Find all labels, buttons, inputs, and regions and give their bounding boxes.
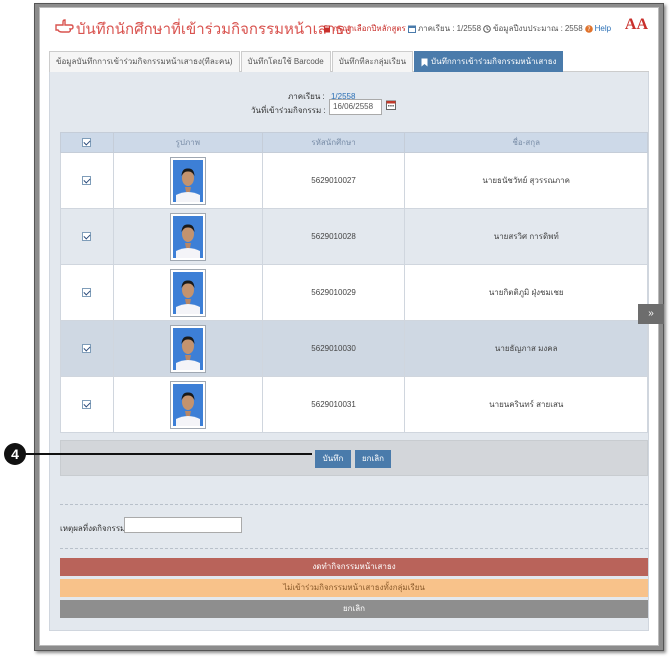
- scroll-to-top-button[interactable]: »: [638, 304, 664, 324]
- clock-icon: [483, 24, 491, 33]
- student-photo-image: [172, 271, 203, 314]
- row-checkbox[interactable]: [82, 232, 92, 242]
- divider: [60, 504, 648, 505]
- cancel-button[interactable]: ยกเลิก: [355, 450, 391, 468]
- divider: [60, 548, 648, 549]
- budget-value: 2558: [564, 24, 583, 33]
- photo-cell: [112, 264, 263, 321]
- page-header: บันทึกนักศึกษาที่เข้าร่วมกิจกรรมหน้าเสาธ…: [40, 8, 658, 48]
- header-info: กรุณาเลือกปีหลักสูตร ภาคเรียน : 1/2558 ข…: [323, 22, 611, 35]
- select-all-cell: [60, 132, 114, 153]
- student-photo-image: [172, 159, 203, 202]
- student-photo-image: [172, 327, 203, 370]
- row-checkbox[interactable]: [82, 400, 92, 410]
- main-panel: ภาคเรียน : 1/2558 วันที่เข้าร่วมกิจกรรม …: [49, 72, 649, 631]
- student-name-cell: นายธนัชวัทย์ สุวรรณภาค: [404, 152, 648, 209]
- calendar-icon: [407, 25, 416, 33]
- row-select-cell: [60, 152, 114, 209]
- photo-cell: [112, 376, 263, 433]
- pointing-hand-icon: [55, 19, 74, 33]
- bookmark-icon: [421, 58, 428, 66]
- row-select-cell: [60, 264, 114, 321]
- student-name-cell: นายสรวิศ การดิพท์: [404, 208, 648, 265]
- tab-single-record[interactable]: ข้อมูลบันทึกการเข้าร่วมกิจกรรมหน้าเสาธง(…: [49, 51, 240, 72]
- save-button[interactable]: บันทึก: [315, 450, 351, 468]
- student-id-cell: 5629010028: [261, 208, 406, 265]
- student-name-cell: นายนครินทร์ สายเสน: [404, 376, 648, 433]
- font-size-toggle[interactable]: AA: [625, 16, 648, 34]
- calendar-picker-icon[interactable]: [386, 100, 396, 110]
- table-row[interactable]: 5629010027 นายธนัชวัทย์ สุวรรณภาค: [60, 152, 648, 209]
- tab-bar: ข้อมูลบันทึกการเข้าร่วมกิจกรรมหน้าเสาธง(…: [49, 51, 649, 72]
- budget-label: ข้อมูลปีงบประมาณ :: [493, 24, 563, 33]
- student-photo: [169, 156, 206, 205]
- date-input[interactable]: 16/06/2558: [329, 99, 382, 115]
- semester-value: 1/2558: [456, 24, 482, 33]
- student-id-cell: 5629010027: [261, 152, 406, 209]
- student-photo: [169, 324, 206, 373]
- student-photo: [169, 212, 206, 261]
- curriculum-link[interactable]: กรุณาเลือกปีหลักสูตร: [333, 22, 406, 35]
- date-label: วันที่เข้าร่วมกิจกรรม :: [251, 106, 326, 115]
- form-semester-label: ภาคเรียน :: [288, 92, 325, 101]
- page-content: บันทึกนักศึกษาที่เข้าร่วมกิจกรรมหน้าเสาธ…: [39, 7, 659, 646]
- column-header-name: ชื่อ-สกุล: [404, 132, 648, 153]
- column-header-photo: รูปภาพ: [112, 132, 263, 153]
- page-title: บันทึกนักศึกษาที่เข้าร่วมกิจกรรมหน้าเสาธ…: [76, 21, 352, 38]
- tab-by-group[interactable]: บันทึกทีละกลุ่มเรียน: [331, 51, 414, 72]
- help-link[interactable]: Help: [595, 24, 611, 33]
- row-select-cell: [60, 208, 114, 265]
- row-select-cell: [60, 376, 114, 433]
- student-photo: [169, 268, 206, 317]
- reason-label: เหตุผลที่งดกิจกรรม: [60, 524, 126, 533]
- photo-cell: [112, 320, 263, 377]
- row-checkbox[interactable]: [82, 344, 92, 354]
- student-photo-image: [172, 215, 203, 258]
- suspend-activity-button[interactable]: งดทำกิจกรรมหน้าเสาธง: [60, 558, 648, 576]
- book-icon: [324, 25, 330, 32]
- student-name-cell: นายกิตติภูมิ ฝุ่งชมเชย: [404, 264, 648, 321]
- help-icon: ?: [584, 24, 593, 33]
- student-photo: [169, 380, 206, 429]
- photo-cell: [112, 152, 263, 209]
- row-select-cell: [60, 320, 114, 377]
- tab-barcode[interactable]: บันทึกโดยใช้ Barcode: [240, 51, 331, 72]
- student-id-cell: 5629010031: [261, 376, 406, 433]
- table-row[interactable]: 5629010028 นายสรวิศ การดิพท์: [60, 208, 648, 265]
- table-row[interactable]: 5629010031 นายนครินทร์ สายเสน: [60, 376, 648, 433]
- semester-label: ภาคเรียน :: [417, 24, 455, 33]
- row-checkbox[interactable]: [82, 176, 92, 186]
- double-chevron-up-icon: »: [648, 308, 654, 319]
- student-id-cell: 5629010030: [261, 320, 406, 377]
- callout-line: [22, 453, 312, 455]
- column-header-student-id: รหัสนักศึกษา: [261, 132, 406, 153]
- reason-input[interactable]: [124, 517, 242, 533]
- cancel-action-button[interactable]: ยกเลิก: [60, 600, 648, 618]
- app-window: บันทึกนักศึกษาที่เข้าร่วมกิจกรรมหน้าเสาธ…: [34, 3, 664, 651]
- select-all-checkbox[interactable]: [82, 138, 92, 148]
- photo-cell: [112, 208, 263, 265]
- tab-flag-activity[interactable]: บันทึกการเข้าร่วมกิจกรรมหน้าเสาธง: [414, 51, 564, 72]
- absent-whole-group-button[interactable]: ไม่เข้าร่วมกิจกรรมหน้าเสาธงทั้งกลุ่มเรีย…: [60, 579, 648, 597]
- student-table: รูปภาพ รหัสนักศึกษา ชื่อ-สกุล 5629010027…: [60, 132, 648, 433]
- row-checkbox[interactable]: [82, 288, 92, 298]
- table-row[interactable]: 5629010029 นายกิตติภูมิ ฝุ่งชมเชย: [60, 264, 648, 321]
- student-photo-image: [172, 383, 203, 426]
- callout-number: 4: [4, 443, 26, 465]
- table-header: รูปภาพ รหัสนักศึกษา ชื่อ-สกุล: [60, 132, 648, 153]
- svg-text:?: ?: [587, 26, 590, 33]
- student-name-cell: นายธัญภาส มงคล: [404, 320, 648, 377]
- table-row[interactable]: 5629010030 นายธัญภาส มงคล: [60, 320, 648, 377]
- button-bar: บันทึก ยกเลิก: [60, 440, 648, 476]
- student-id-cell: 5629010029: [261, 264, 406, 321]
- tab-flag-activity-label: บันทึกการเข้าร่วมกิจกรรมหน้าเสาธง: [431, 57, 557, 66]
